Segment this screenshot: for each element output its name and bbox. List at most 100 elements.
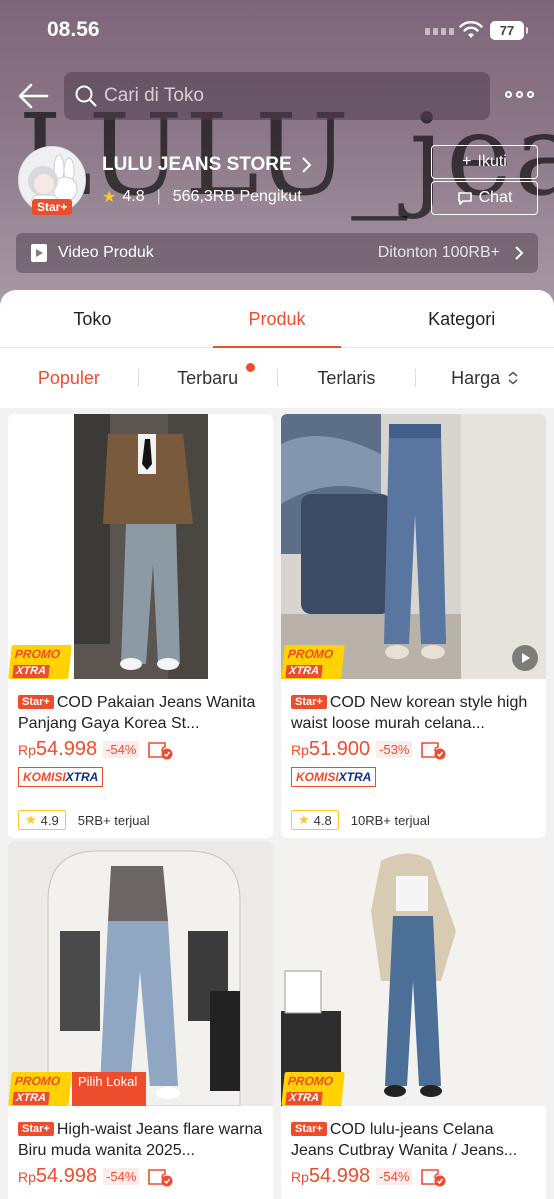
product-image: PROMO XTRA	[281, 841, 546, 1106]
store-name: LULU JEANS STORE	[102, 154, 292, 175]
search-icon	[75, 85, 97, 107]
store-search-input[interactable]: Cari di Toko	[64, 72, 490, 120]
sort-updown-icon	[508, 371, 518, 384]
sort-terbaru[interactable]: Terbaru	[139, 362, 277, 389]
product-info: Star+ COD New korean style high waist loo…	[291, 692, 539, 787]
promo-xtra-badge: PROMO XTRA	[281, 1072, 345, 1106]
more-options-icon[interactable]	[505, 91, 534, 98]
follow-button[interactable]: + Ikuti	[431, 145, 538, 179]
video-products-bar[interactable]: Video Produk Ditonton 100RB+	[16, 233, 538, 273]
battery-icon: 77	[490, 21, 528, 40]
discount-badge: -54%	[103, 1168, 140, 1185]
voucher-check-icon	[148, 741, 173, 759]
tab-kategori[interactable]: Kategori	[369, 290, 554, 347]
price-value: 54.998	[308, 1165, 371, 1187]
promo-xtra-badge: PROMO XTRA	[281, 645, 345, 679]
product-image: PROMO XTRA	[281, 414, 546, 679]
price-row: Rp54.998 -54%	[18, 738, 266, 761]
pilih-lokal-badge: Pilih Lokal	[72, 1072, 146, 1106]
rating-value: 4.9	[40, 812, 59, 828]
back-arrow-icon[interactable]	[15, 80, 51, 112]
product-title: Star+ COD lulu-jeans Celana Jeans Cutbray…	[291, 1119, 539, 1161]
star-icon: ★	[102, 189, 117, 206]
product-grid: PROMO XTRA Star+ COD Pakaian Jeans Wanita…	[0, 408, 554, 1199]
sort-terbaru-label: Terbaru	[177, 367, 239, 388]
currency: Rp	[291, 742, 309, 758]
status-bar: 08.56 77	[0, 0, 554, 60]
sort-bar: Populer Terbaru Terlaris Harga	[0, 348, 554, 408]
product-price: Rp54.998	[18, 738, 97, 761]
sort-harga[interactable]: Harga	[416, 368, 554, 389]
voucher-check-icon	[421, 1168, 446, 1186]
star-plus-badge: Star+	[291, 1122, 327, 1136]
price-row: Rp51.900 -53%	[291, 738, 539, 761]
sort-populer[interactable]: Populer	[0, 368, 138, 389]
price-value: 54.998	[35, 738, 98, 760]
promo-line2: XTRA	[285, 1092, 323, 1105]
product-title: Star+ COD Pakaian Jeans Wanita Panjang Ga…	[18, 692, 266, 734]
search-placeholder: Cari di Toko	[104, 85, 204, 106]
price-row: Rp54.998 -54%	[18, 1165, 266, 1188]
chat-label: Chat	[478, 189, 513, 206]
product-image: PROMO XTRA	[8, 414, 273, 679]
discount-badge: -54%	[103, 741, 140, 758]
play-video-icon[interactable]	[512, 645, 538, 671]
store-tabs: Toko Produk Kategori	[0, 290, 554, 348]
star-plus-badge: Star+	[18, 1122, 54, 1136]
store-meta: ★ 4.8 | 566,3RB Pengikut	[102, 187, 302, 207]
star-icon: ★	[298, 812, 310, 827]
rating-value: 4.8	[313, 812, 332, 828]
rating-row: ★ 4.8 10RB+ terjual	[291, 810, 430, 830]
promo-line1: PROMO	[14, 647, 61, 661]
voucher-check-icon	[148, 1168, 173, 1186]
xtra-label: XTRA	[65, 770, 99, 784]
product-title: Star+ High-waist Jeans flare warna Biru m…	[18, 1119, 266, 1161]
product-card[interactable]: PROMO XTRA Star+ COD New korean style hig…	[281, 414, 546, 838]
promo-line1: PROMO	[287, 647, 334, 661]
promo-line1: PROMO	[287, 1074, 334, 1088]
komisi-label: KOMISI	[296, 770, 339, 784]
chevron-right-icon	[515, 246, 524, 260]
content-panel: Toko Produk Kategori Populer Terbaru Ter…	[0, 290, 554, 408]
product-card[interactable]: PROMO XTRA Star+ COD lulu-jeans Celana Je…	[281, 841, 546, 1199]
star-plus-badge: Star+	[291, 695, 327, 709]
komisi-xtra-badge: KOMISIXTRA	[18, 767, 104, 787]
star-icon: ★	[25, 812, 37, 827]
promo-xtra-badge: PROMO XTRA	[8, 1072, 72, 1106]
voucher-check-icon	[421, 741, 446, 759]
discount-badge: -54%	[376, 1168, 413, 1185]
price-row: Rp54.998 -54%	[291, 1165, 539, 1188]
plus-icon: +	[462, 153, 472, 170]
product-card[interactable]: PROMO XTRA Pilih Lokal Star+ High-waist J…	[8, 841, 273, 1199]
promo-xtra-badge: PROMO XTRA	[8, 645, 72, 679]
follow-label: Ikuti	[477, 153, 507, 170]
store-name-link[interactable]: LULU JEANS STORE	[102, 154, 312, 176]
chat-button[interactable]: Chat	[431, 181, 538, 215]
sold-count: 5RB+ terjual	[77, 812, 150, 828]
sort-populer-label: Populer	[37, 367, 100, 388]
currency: Rp	[18, 742, 36, 758]
price-value: 51.900	[308, 738, 371, 760]
meta-divider: |	[156, 188, 161, 205]
product-image: PROMO XTRA Pilih Lokal	[8, 841, 273, 1106]
discount-badge: -53%	[376, 741, 413, 758]
sort-terlaris[interactable]: Terlaris	[278, 368, 416, 389]
status-time: 08.56	[47, 18, 100, 41]
currency: Rp	[291, 1169, 309, 1185]
komisi-xtra-badge: KOMISIXTRA	[291, 767, 377, 787]
product-card[interactable]: PROMO XTRA Star+ COD Pakaian Jeans Wanita…	[8, 414, 273, 838]
product-price: Rp54.998	[18, 1165, 97, 1188]
promo-line2: XTRA	[285, 665, 323, 678]
product-info: Star+ COD Pakaian Jeans Wanita Panjang Ga…	[18, 692, 266, 787]
sold-count: 10RB+ terjual	[350, 812, 430, 828]
product-title-text: High-waist Jeans flare warna Biru muda w…	[18, 1121, 263, 1159]
price-value: 54.998	[35, 1165, 98, 1187]
sort-harga-label: Harga	[451, 367, 501, 388]
promo-line2: XTRA	[12, 665, 50, 678]
chevron-right-icon	[301, 157, 312, 173]
tab-produk[interactable]: Produk	[185, 290, 370, 348]
store-rating: 4.8	[122, 188, 145, 205]
video-label: Video Produk	[58, 244, 154, 261]
product-price: Rp54.998	[291, 1165, 370, 1188]
tab-toko[interactable]: Toko	[0, 290, 185, 347]
